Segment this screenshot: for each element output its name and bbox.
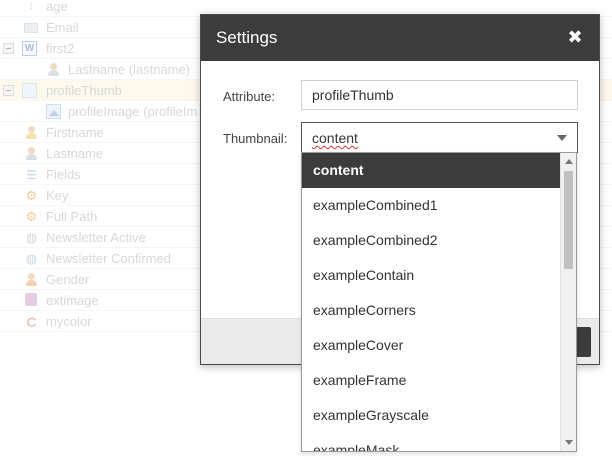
dropdown-option-examplecover[interactable]: exampleCover [302, 328, 561, 363]
dropdown-option-exampleframe[interactable]: exampleFrame [302, 363, 561, 398]
attribute-input[interactable] [301, 80, 578, 110]
scroll-thumb[interactable] [564, 171, 573, 269]
dropdown-option-content[interactable]: content [302, 153, 561, 188]
dropdown-option-examplecorners[interactable]: exampleCorners [302, 293, 561, 328]
thumbnail-select[interactable]: content [301, 122, 578, 153]
dialog-header: Settings ✖ [201, 15, 599, 61]
thumbnail-select-value: content [312, 130, 358, 146]
dropdown-option-examplemask[interactable]: exampleMask [302, 433, 561, 451]
dropdown-option-examplecombined2[interactable]: exampleCombined2 [302, 223, 561, 258]
close-icon[interactable]: ✖ [565, 27, 585, 47]
scroll-down-icon[interactable] [565, 440, 573, 445]
dropdown-option-examplegrayscale[interactable]: exampleGrayscale [302, 398, 561, 433]
dropdown-option-examplecombined1[interactable]: exampleCombined1 [302, 188, 561, 223]
scroll-up-icon[interactable] [565, 159, 573, 164]
thumbnail-label: Thumbnail: [223, 131, 288, 146]
dialog-title: Settings [216, 28, 278, 47]
chevron-down-icon[interactable] [557, 135, 567, 141]
dropdown-option-examplecontain[interactable]: exampleContain [302, 258, 561, 293]
thumbnail-dropdown: content exampleCombined1 exampleCombined… [301, 152, 577, 452]
dropdown-scrollbar[interactable] [560, 153, 576, 451]
attribute-label: Attribute: [223, 89, 276, 104]
